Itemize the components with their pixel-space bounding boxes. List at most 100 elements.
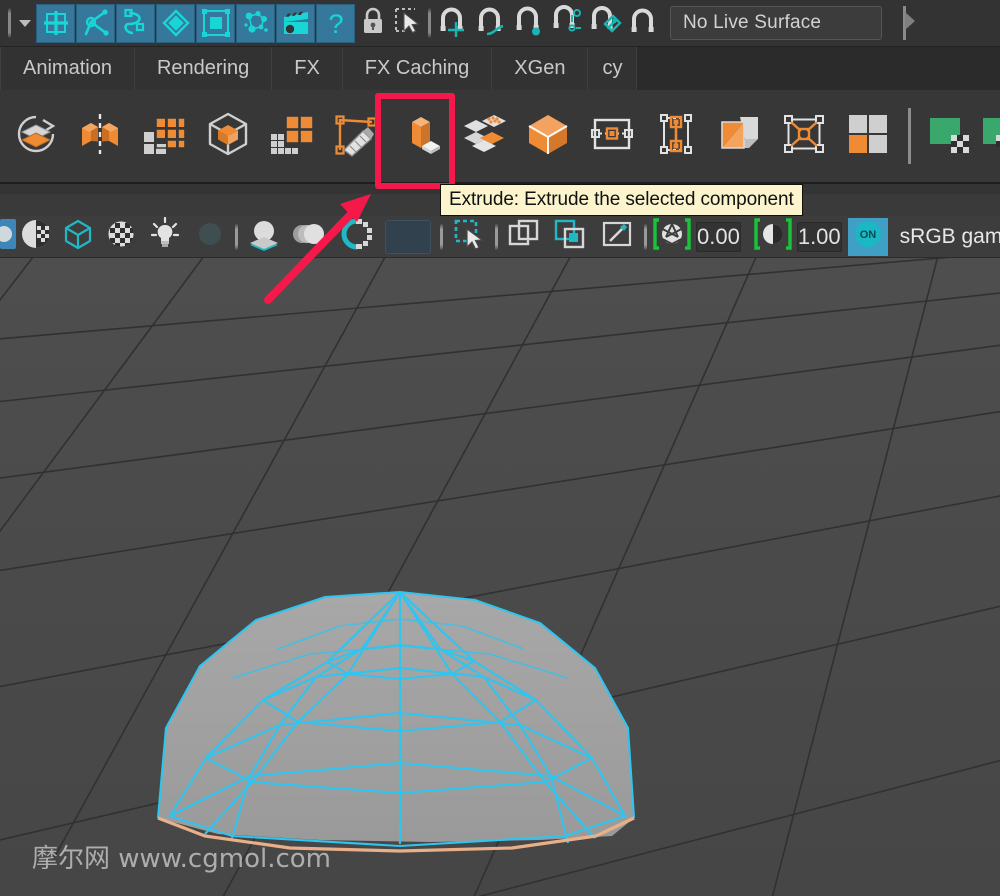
tab-label: Rendering	[156, 57, 250, 79]
plus-crosshair-icon	[41, 8, 71, 38]
motion-blur-circles-icon	[293, 217, 327, 256]
select-by-component-button[interactable]	[156, 3, 195, 43]
exposure-value-field[interactable]: 0.00	[696, 221, 741, 252]
live-surface-field[interactable]: No Live Surface	[670, 6, 882, 40]
wireframe-on-shaded-button[interactable]	[56, 218, 100, 256]
shelf-item-detach[interactable]	[836, 99, 900, 173]
layered-squares-icon	[507, 217, 541, 256]
viewport-display-toolbar: 0.00 1.00 ON sRGB gamma	[0, 216, 1000, 258]
xray-toggle-button[interactable]	[0, 218, 16, 256]
grid-toggle-button[interactable]	[501, 218, 547, 256]
tab-animation[interactable]: Animation	[0, 47, 135, 90]
shelf-separator	[908, 108, 911, 164]
magnet-grid-icon	[436, 4, 470, 43]
lock-selection-button[interactable]	[356, 4, 390, 43]
gamma-button[interactable]	[751, 218, 795, 256]
textured-toggle-button[interactable]	[100, 218, 142, 256]
select-by-curve-button[interactable]	[116, 3, 155, 43]
tab-rendering[interactable]: Rendering	[134, 47, 273, 90]
multisample-aa-button[interactable]	[333, 218, 381, 256]
toolbar-drag-handle[interactable]	[4, 3, 14, 43]
curve-cv-icon	[121, 8, 151, 38]
half-shaded-sphere-icon	[20, 218, 52, 255]
snap-toolbar-handle[interactable]	[424, 3, 434, 43]
bridge-edges-icon	[650, 108, 702, 165]
select-by-render-node-button[interactable]	[276, 3, 315, 43]
select-by-hierarchy-button[interactable]	[36, 3, 75, 43]
gamma-value: 1.00	[797, 223, 841, 249]
tab-cy[interactable]: cy	[588, 47, 638, 90]
gamma-value-field[interactable]: 1.00	[796, 221, 842, 252]
bounding-box-icon	[201, 8, 231, 38]
shelf-item-mirror[interactable]	[68, 99, 132, 173]
merge-center-icon	[586, 108, 638, 165]
screen-space-ao-button[interactable]	[241, 218, 287, 256]
shadows-toggle-button[interactable]	[188, 218, 232, 256]
green-checker-icon	[983, 108, 1000, 165]
magnet-curve-icon	[474, 4, 508, 43]
film-clapper-icon	[281, 8, 311, 38]
select-by-object-joint-button[interactable]	[76, 3, 115, 43]
color-management-on-icon: ON	[852, 218, 884, 255]
detach-quads-icon	[842, 108, 894, 165]
tab-label: XGen	[514, 57, 566, 79]
selection-mask-button[interactable]	[390, 4, 424, 43]
snap-to-point-button[interactable]	[510, 2, 548, 44]
magnet-projected-center-icon	[550, 4, 584, 43]
tab-fx[interactable]: FX	[272, 47, 343, 90]
snap-to-view-plane-button[interactable]	[586, 2, 624, 44]
shelf-item-multi-cut[interactable]	[324, 99, 388, 173]
isolate-select-button[interactable]	[446, 218, 492, 256]
shelf-item-merge[interactable]	[516, 99, 580, 173]
exposure-button[interactable]	[650, 218, 694, 256]
color-management-toggle[interactable]: ON	[847, 217, 888, 256]
tab-bar-filler	[637, 47, 1000, 90]
light-picker-button[interactable]	[593, 218, 641, 256]
tab-label: cy	[602, 57, 623, 79]
shelf-item-uv-checker-1[interactable]	[919, 99, 983, 173]
svg-text:?: ?	[328, 9, 343, 38]
shelf-item-smooth[interactable]	[132, 99, 196, 173]
film-gate-button[interactable]	[547, 218, 593, 256]
shelf-item-collapse[interactable]	[772, 99, 836, 173]
use-all-lights-button[interactable]	[142, 216, 188, 256]
perspective-viewport[interactable]	[0, 258, 1000, 896]
snap-to-curve-button[interactable]	[472, 2, 510, 44]
make-live-button[interactable]	[624, 2, 662, 44]
shelf-item-merge-center[interactable]	[580, 99, 644, 173]
snap-to-grid-button[interactable]	[434, 2, 472, 44]
marquee-select-icon	[393, 6, 421, 41]
chevron-down-icon[interactable]	[14, 3, 36, 43]
shaded-toggle-button[interactable]	[16, 218, 56, 256]
shelf-item-sculpt-cube[interactable]	[196, 99, 260, 173]
motion-blur-button[interactable]	[287, 218, 333, 256]
shelf-item-append-polygon[interactable]	[708, 99, 772, 173]
shelf-item-bevel[interactable]	[452, 99, 516, 173]
status-line-toolbar: ? No Live Surface	[0, 0, 1000, 47]
depth-of-field-button[interactable]	[385, 219, 431, 254]
shelf-item-uv-checker-2[interactable]	[983, 99, 1000, 173]
tab-label: FX Caching	[364, 57, 470, 79]
select-by-particles-button[interactable]	[236, 3, 275, 43]
shelf-item-extrude[interactable]	[388, 99, 452, 173]
select-by-misc-button[interactable]: ?	[316, 3, 355, 43]
append-polygon-icon	[714, 108, 766, 165]
select-by-bounding-box-button[interactable]	[196, 3, 235, 43]
xray-sphere-icon	[0, 217, 16, 256]
shelf-item-combine[interactable]	[4, 99, 68, 173]
snap-to-projected-center-button[interactable]	[548, 2, 586, 44]
combine-layers-icon	[10, 108, 62, 165]
tooltip-text: Extrude: Extrude the selected component	[449, 189, 794, 210]
aa-ring-icon	[340, 217, 374, 256]
attr-separator	[437, 218, 446, 256]
magnet-view-plane-icon	[588, 4, 622, 43]
extrude-tooltip: Extrude: Extrude the selected component	[440, 184, 803, 216]
svg-text:ON: ON	[859, 229, 876, 241]
color-management-label: sRGB gamma	[899, 224, 1000, 248]
tab-xgen[interactable]: XGen	[492, 47, 589, 90]
magnet-point-icon	[512, 4, 546, 43]
contrast-icon	[754, 217, 792, 256]
shelf-item-bridge[interactable]	[644, 99, 708, 173]
shelf-item-reduce[interactable]	[260, 99, 324, 173]
tab-fx-caching[interactable]: FX Caching	[342, 47, 493, 90]
